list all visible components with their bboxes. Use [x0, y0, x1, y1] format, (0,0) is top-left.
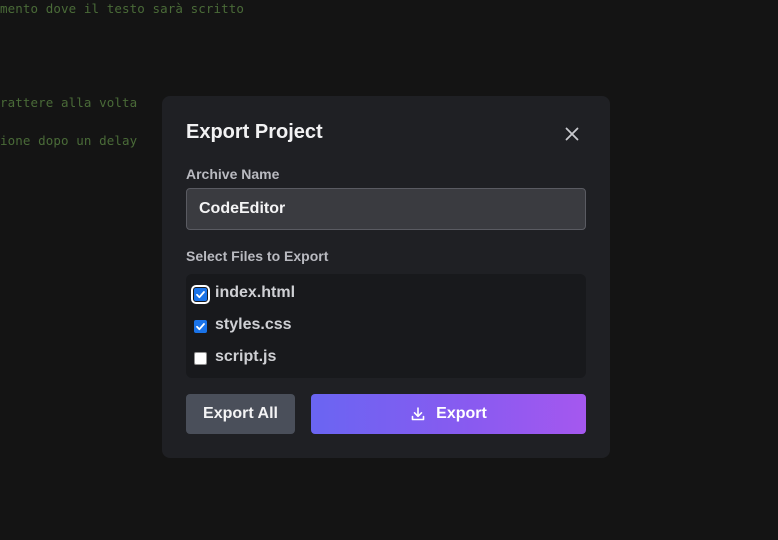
download-icon — [411, 407, 425, 421]
export-button[interactable]: Export — [311, 394, 586, 434]
styles-css-checkbox[interactable] — [194, 320, 207, 333]
export-label: Export — [436, 405, 487, 422]
dialog-title: Export Project — [186, 121, 323, 143]
file-name: index.html — [215, 284, 296, 301]
archive-name-label: Archive Name — [186, 166, 280, 182]
code-line: rattere alla volta — [0, 95, 138, 110]
checkmark-icon — [196, 291, 205, 299]
file-list: index.html styles.css script.js — [186, 274, 586, 378]
file-name: script.js — [215, 348, 277, 365]
export-project-dialog: Export Project Archive Name Select Files… — [162, 96, 610, 458]
close-icon — [565, 127, 579, 141]
export-all-button[interactable]: Export All — [186, 394, 295, 434]
index-html-checkbox[interactable] — [191, 285, 210, 304]
export-all-label: Export All — [203, 405, 278, 422]
close-button[interactable] — [562, 124, 582, 144]
archive-name-input[interactable] — [186, 188, 586, 230]
script-js-checkbox[interactable] — [194, 352, 207, 365]
select-files-label: Select Files to Export — [186, 248, 329, 264]
file-name: styles.css — [215, 316, 292, 333]
code-line: mento dove il testo sarà scritto — [0, 1, 245, 16]
checkmark-icon — [196, 323, 205, 331]
code-line: ione dopo un delay — [0, 133, 138, 148]
